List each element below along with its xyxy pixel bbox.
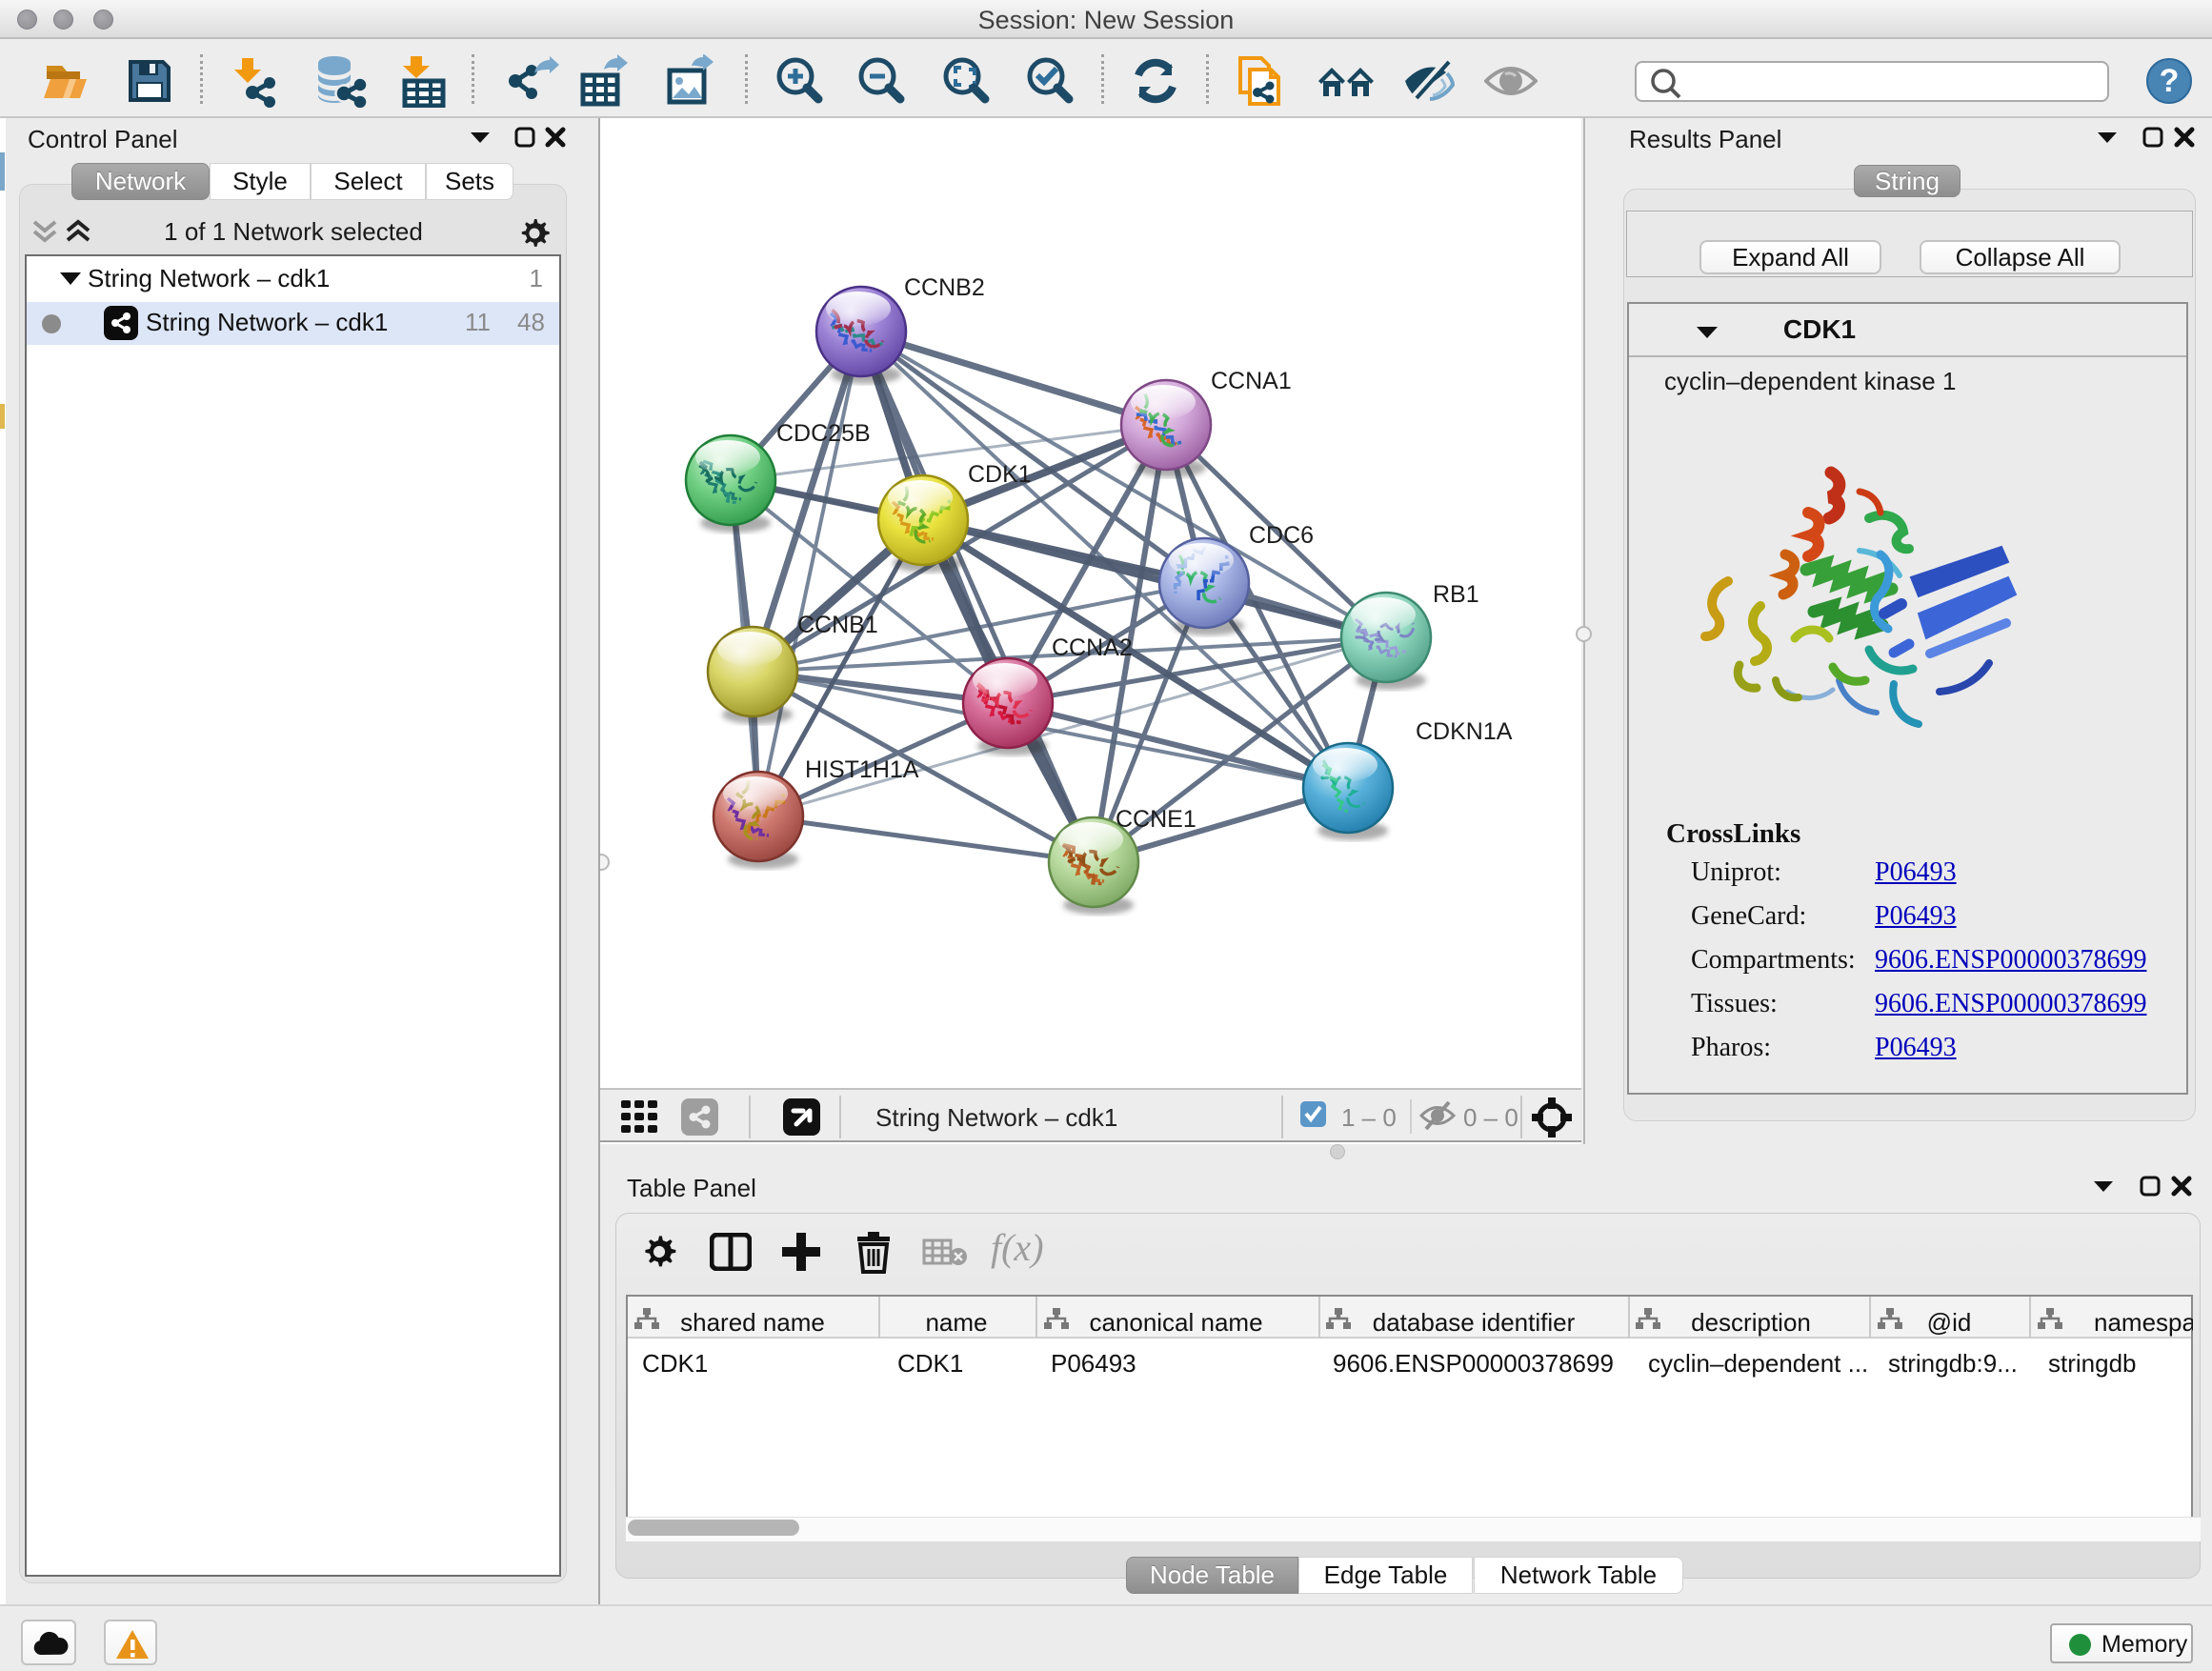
svg-text:RB1: RB1 [1433,581,1479,608]
svg-text:CCNB1: CCNB1 [797,612,878,638]
svg-text:CCNA2: CCNA2 [1052,634,1133,661]
svg-text:?: ? [2160,63,2180,99]
svg-text:CDC6: CDC6 [1249,522,1314,549]
svg-text:CCNE1: CCNE1 [1116,806,1196,833]
svg-text:CCNB2: CCNB2 [904,274,985,301]
svg-text:CDC25B: CDC25B [776,420,871,447]
svg-text:HIST1H1A: HIST1H1A [805,756,919,783]
svg-text:CDKN1A: CDKN1A [1416,718,1513,745]
svg-text:CDK1: CDK1 [968,461,1032,488]
svg-text:CCNA1: CCNA1 [1211,368,1292,394]
